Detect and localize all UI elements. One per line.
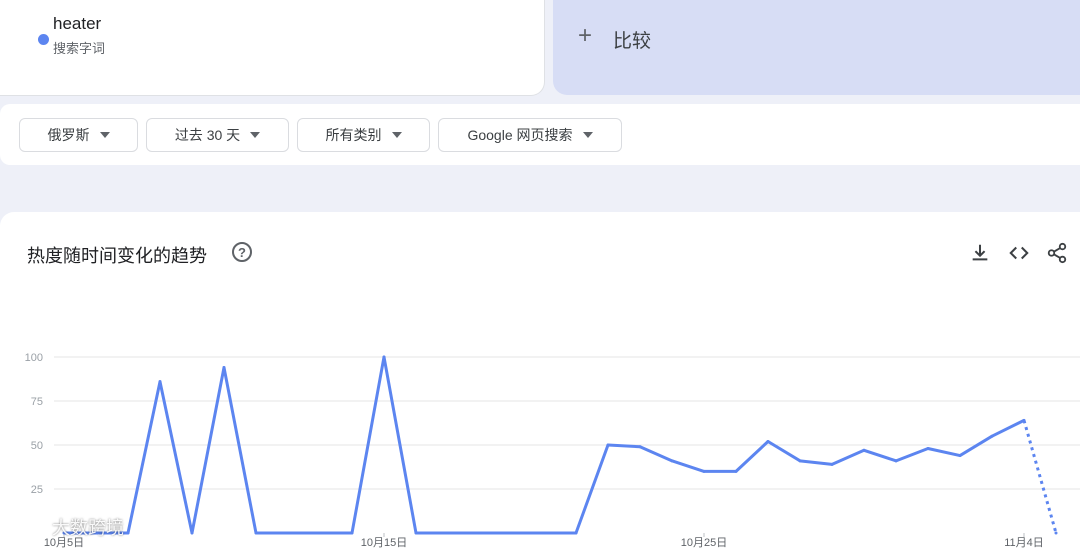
data-point[interactable]: [798, 459, 802, 463]
data-point[interactable]: [766, 439, 770, 443]
data-point[interactable]: [670, 459, 674, 463]
x-tick-label: 10月15日: [361, 537, 407, 548]
y-tick-label: 50: [31, 440, 43, 452]
watermark-logo-icon: [10, 518, 46, 535]
data-point[interactable]: [1022, 418, 1026, 422]
data-point[interactable]: [702, 469, 706, 473]
data-point[interactable]: [158, 380, 162, 384]
y-tick-label: 100: [25, 352, 43, 364]
data-point[interactable]: [126, 531, 130, 535]
data-point[interactable]: [574, 531, 578, 535]
data-point[interactable]: [286, 531, 290, 535]
data-point[interactable]: [190, 531, 194, 535]
series-line-partial: [1022, 419, 1058, 534]
data-point[interactable]: [926, 447, 930, 451]
data-point[interactable]: [350, 531, 354, 535]
data-point[interactable]: [222, 366, 226, 370]
data-point[interactable]: [446, 531, 450, 535]
data-point[interactable]: [990, 434, 994, 438]
data-point[interactable]: [318, 531, 322, 535]
x-tick-label: 10月25日: [681, 537, 727, 548]
data-point[interactable]: [382, 355, 386, 359]
data-point[interactable]: [862, 448, 866, 452]
data-point[interactable]: [638, 445, 642, 449]
watermark-text: 大数跨境: [52, 518, 124, 538]
watermark: 大数跨境: [10, 514, 124, 540]
data-point[interactable]: [478, 531, 482, 535]
data-point[interactable]: [542, 531, 546, 535]
data-point[interactable]: [414, 531, 418, 535]
y-tick-label: 25: [31, 484, 43, 496]
data-point[interactable]: [734, 469, 738, 473]
data-point[interactable]: [510, 531, 514, 535]
y-tick-label: 75: [31, 396, 43, 408]
data-point[interactable]: [1054, 531, 1058, 535]
data-point[interactable]: [830, 462, 834, 466]
x-tick-label: 11月4日: [1004, 537, 1044, 548]
data-point[interactable]: [894, 459, 898, 463]
data-point[interactable]: [958, 454, 962, 458]
data-point[interactable]: [606, 443, 610, 447]
trend-chart: 25507510010月5日 10月15日 10月25日 11月4日: [25, 352, 1080, 548]
data-point[interactable]: [254, 531, 258, 535]
